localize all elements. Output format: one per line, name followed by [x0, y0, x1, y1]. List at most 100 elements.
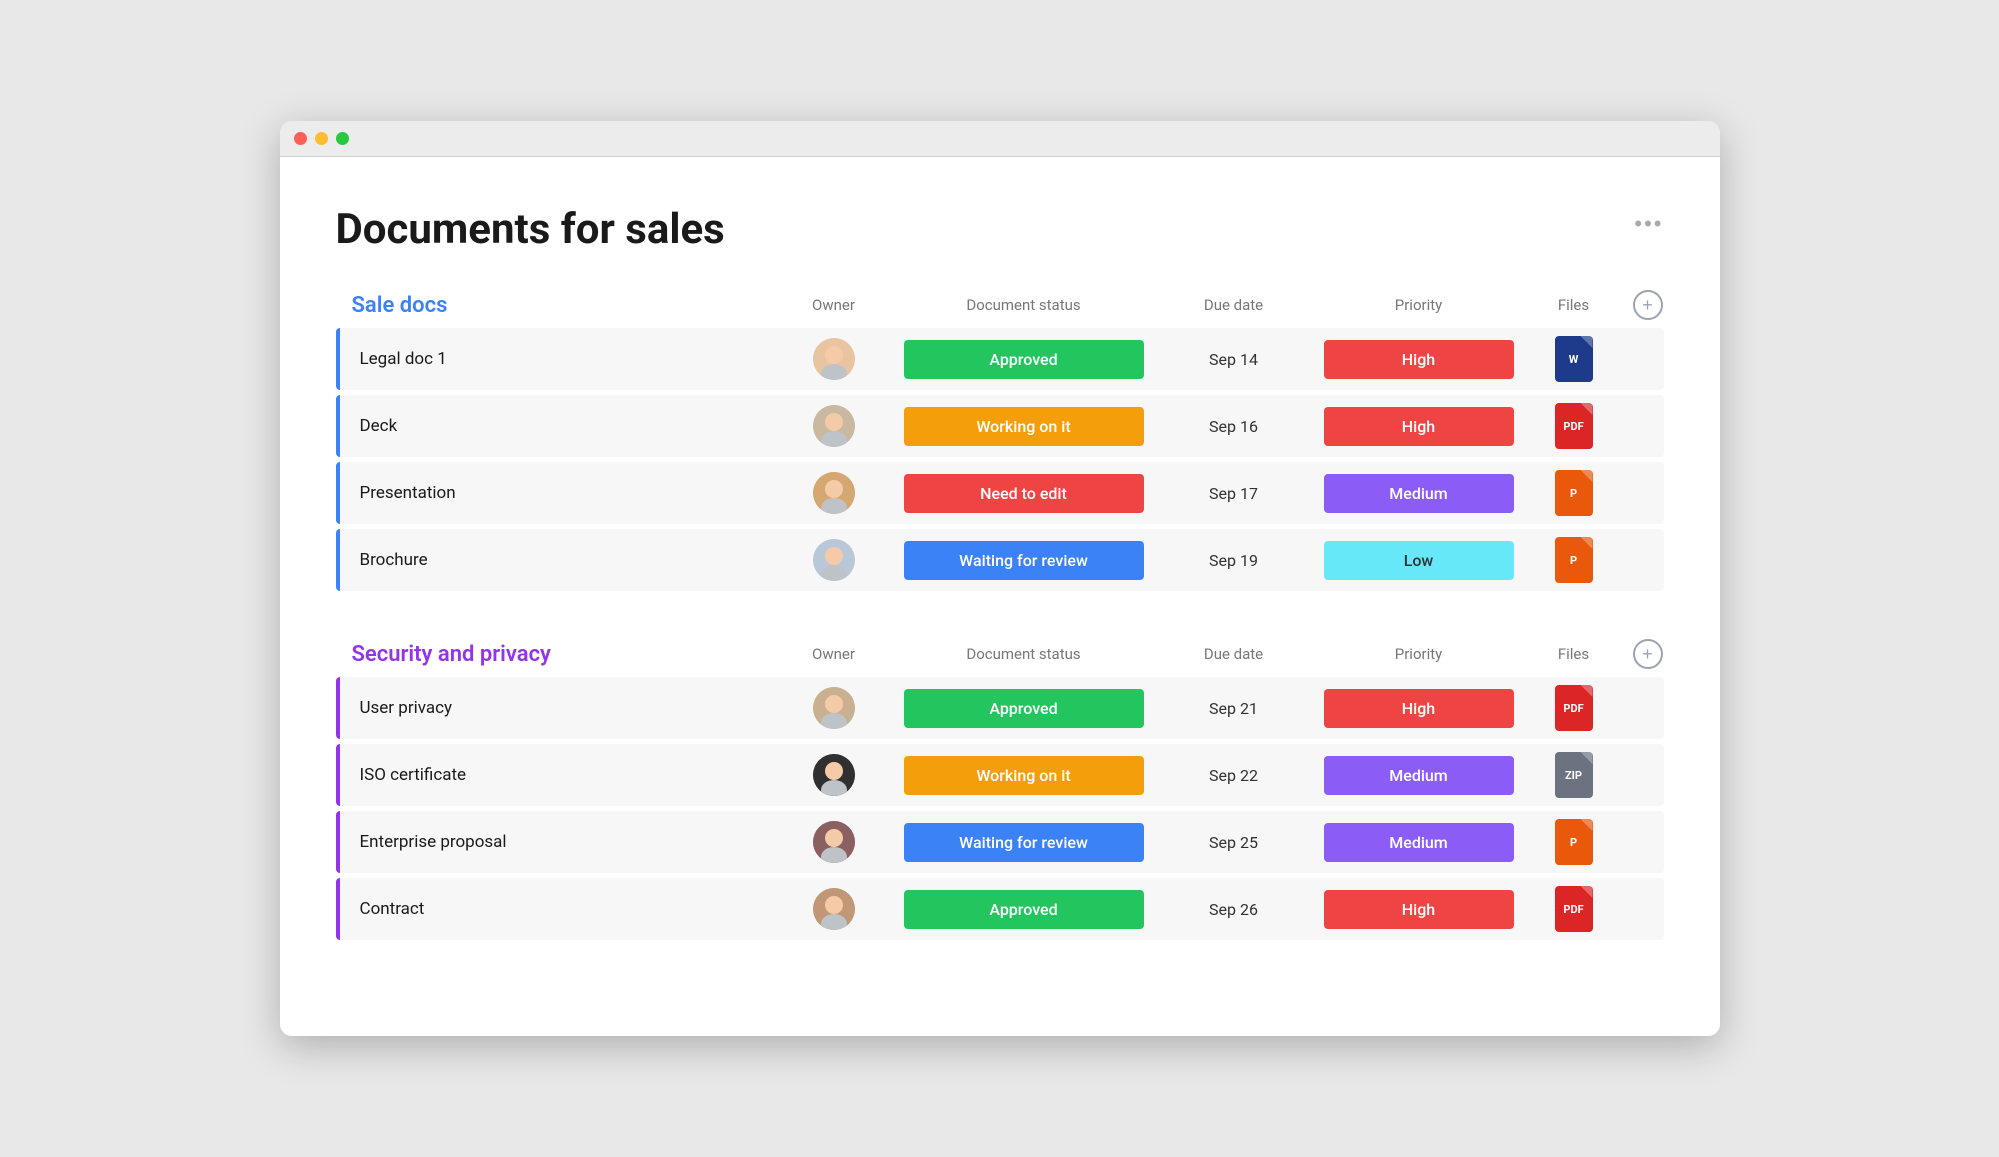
- add-column-button-sale-docs[interactable]: +: [1633, 290, 1663, 320]
- close-button[interactable]: [294, 132, 307, 145]
- status-badge: Approved: [904, 340, 1144, 379]
- row-status-cell[interactable]: Approved: [894, 689, 1154, 728]
- row-due-date: Sep 25: [1154, 833, 1314, 852]
- table-row[interactable]: ISO certificateWorking on itSep 22Medium…: [336, 744, 1664, 806]
- row-files-cell: P: [1524, 819, 1624, 865]
- row-priority-cell[interactable]: High: [1314, 689, 1524, 728]
- row-status-cell[interactable]: Waiting for review: [894, 541, 1154, 580]
- row-files-cell: P: [1524, 470, 1624, 516]
- file-icon[interactable]: P: [1555, 537, 1593, 583]
- main-content: Documents for sales ••• Sale docsOwnerDo…: [280, 157, 1720, 1036]
- status-badge: Approved: [904, 689, 1144, 728]
- row-files-cell: ZIP: [1524, 752, 1624, 798]
- priority-badge: Low: [1324, 541, 1514, 580]
- row-owner: [774, 888, 894, 930]
- row-status-cell[interactable]: Need to edit: [894, 474, 1154, 513]
- row-priority-cell[interactable]: High: [1314, 407, 1524, 446]
- row-files-cell: W: [1524, 336, 1624, 382]
- avatar: [813, 754, 855, 796]
- status-badge: Approved: [904, 890, 1144, 929]
- status-badge: Waiting for review: [904, 823, 1144, 862]
- row-files-cell: PDF: [1524, 403, 1624, 449]
- priority-badge: High: [1324, 689, 1514, 728]
- row-status-cell[interactable]: Approved: [894, 340, 1154, 379]
- priority-badge: High: [1324, 890, 1514, 929]
- file-icon[interactable]: W: [1555, 336, 1593, 382]
- col-header-status: Document status: [894, 645, 1154, 663]
- row-status-cell[interactable]: Approved: [894, 890, 1154, 929]
- row-due-date: Sep 14: [1154, 350, 1314, 369]
- file-icon[interactable]: PDF: [1555, 685, 1593, 731]
- row-due-date: Sep 22: [1154, 766, 1314, 785]
- minimize-button[interactable]: [315, 132, 328, 145]
- section-title-text-security-privacy: Security and privacy: [352, 642, 551, 667]
- table-row[interactable]: Legal doc 1 Approved Sep 14 High W: [336, 328, 1664, 390]
- row-priority-cell[interactable]: High: [1314, 890, 1524, 929]
- priority-badge: High: [1324, 407, 1514, 446]
- col-header-owner: Owner: [774, 645, 894, 663]
- row-owner: [774, 687, 894, 729]
- row-document-name: Legal doc 1: [352, 349, 774, 369]
- priority-badge: Medium: [1324, 756, 1514, 795]
- table-row[interactable]: Brochure Waiting for review Sep 19 Low P: [336, 529, 1664, 591]
- table-row[interactable]: User privacy Approved Sep 21 High PDF: [336, 677, 1664, 739]
- col-header-duedate: Due date: [1154, 645, 1314, 663]
- row-due-date: Sep 17: [1154, 484, 1314, 503]
- status-badge: Need to edit: [904, 474, 1144, 513]
- row-document-name: Brochure: [352, 550, 774, 570]
- section-sale-docs: Sale docsOwnerDocument statusDue datePri…: [336, 290, 1664, 591]
- maximize-button[interactable]: [336, 132, 349, 145]
- more-options-button[interactable]: •••: [1634, 211, 1663, 237]
- table-row[interactable]: Contract Approved Sep 26 High PDF: [336, 878, 1664, 940]
- avatar: [813, 405, 855, 447]
- row-document-name: Presentation: [352, 483, 774, 503]
- row-files-cell: PDF: [1524, 886, 1624, 932]
- row-document-name: User privacy: [352, 698, 774, 718]
- row-document-name: Contract: [352, 899, 774, 919]
- page-title: Documents for sales: [336, 205, 1664, 254]
- table-row[interactable]: Presentation Need to edit Sep 17 Medium P: [336, 462, 1664, 524]
- row-due-date: Sep 26: [1154, 900, 1314, 919]
- avatar: [813, 338, 855, 380]
- row-files-cell: P: [1524, 537, 1624, 583]
- file-icon[interactable]: PDF: [1555, 403, 1593, 449]
- titlebar: [280, 121, 1720, 157]
- file-icon[interactable]: ZIP: [1555, 752, 1593, 798]
- status-badge: Working on it: [904, 407, 1144, 446]
- traffic-lights: [294, 132, 349, 145]
- section-title-text-sale-docs: Sale docs: [352, 293, 448, 318]
- col-header-owner: Owner: [774, 296, 894, 314]
- col-header-files: Files: [1524, 296, 1624, 314]
- col-header-duedate: Due date: [1154, 296, 1314, 314]
- row-due-date: Sep 19: [1154, 551, 1314, 570]
- row-status-cell[interactable]: Working on it: [894, 407, 1154, 446]
- row-priority-cell[interactable]: High: [1314, 340, 1524, 379]
- section-title-security-privacy: Security and privacy: [352, 642, 774, 667]
- row-owner: [774, 754, 894, 796]
- priority-badge: Medium: [1324, 474, 1514, 513]
- row-document-name: Enterprise proposal: [352, 832, 774, 852]
- row-priority-cell[interactable]: Medium: [1314, 474, 1524, 513]
- file-icon[interactable]: PDF: [1555, 886, 1593, 932]
- add-column-button-security-privacy[interactable]: +: [1633, 639, 1663, 669]
- status-badge: Working on it: [904, 756, 1144, 795]
- file-icon[interactable]: P: [1555, 470, 1593, 516]
- avatar: [813, 539, 855, 581]
- row-due-date: Sep 21: [1154, 699, 1314, 718]
- row-status-cell[interactable]: Waiting for review: [894, 823, 1154, 862]
- row-priority-cell[interactable]: Medium: [1314, 756, 1524, 795]
- row-owner: [774, 405, 894, 447]
- row-owner: [774, 338, 894, 380]
- avatar: [813, 821, 855, 863]
- file-icon[interactable]: P: [1555, 819, 1593, 865]
- priority-badge: High: [1324, 340, 1514, 379]
- row-status-cell[interactable]: Working on it: [894, 756, 1154, 795]
- row-priority-cell[interactable]: Low: [1314, 541, 1524, 580]
- priority-badge: Medium: [1324, 823, 1514, 862]
- table-row[interactable]: Enterprise proposal Waiting for review Sep…: [336, 811, 1664, 873]
- row-priority-cell[interactable]: Medium: [1314, 823, 1524, 862]
- row-owner: [774, 539, 894, 581]
- row-owner: [774, 821, 894, 863]
- table-row[interactable]: DeckWorking on itSep 16HighPDF: [336, 395, 1664, 457]
- status-badge: Waiting for review: [904, 541, 1144, 580]
